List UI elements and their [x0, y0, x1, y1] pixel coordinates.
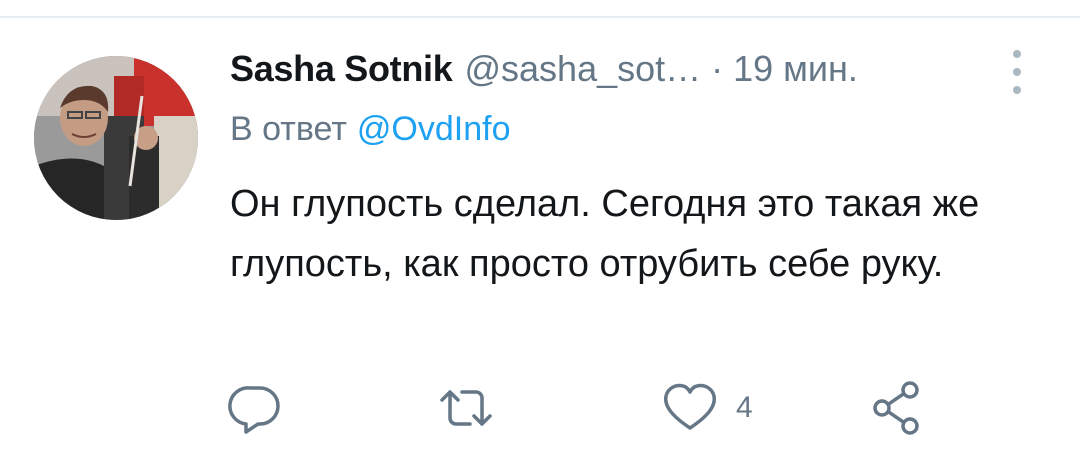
tweet-actions: 4 — [228, 380, 928, 436]
retweet-button[interactable] — [436, 380, 496, 436]
reply-button[interactable] — [228, 380, 284, 436]
top-divider — [0, 16, 1080, 18]
tweet-header: Sasha Sotnik @sasha_sot… · 19 мин. — [230, 48, 858, 96]
author-handle[interactable]: @sasha_sot… — [464, 48, 701, 90]
avatar-photo — [34, 56, 198, 220]
reply-prefix: В ответ — [230, 110, 347, 148]
more-options-icon[interactable] — [1004, 50, 1030, 94]
reply-context: В ответ @OvdInfo — [230, 110, 511, 154]
reply-icon — [228, 386, 280, 434]
avatar[interactable] — [34, 56, 198, 220]
retweet-icon — [440, 390, 492, 426]
share-icon — [873, 381, 919, 435]
tweet-text: Он глупость сделал. Сегодня это такая же… — [230, 183, 980, 285]
heart-icon — [663, 383, 717, 430]
like-count: 4 — [736, 391, 753, 424]
author-name[interactable]: Sasha Sotnik — [230, 48, 453, 90]
like-button[interactable]: 4 — [660, 380, 753, 436]
share-button[interactable] — [868, 380, 924, 436]
reply-mention-link[interactable]: @OvdInfo — [357, 110, 511, 148]
timestamp[interactable]: 19 мин. — [733, 48, 858, 90]
separator-dot: · — [711, 48, 724, 89]
